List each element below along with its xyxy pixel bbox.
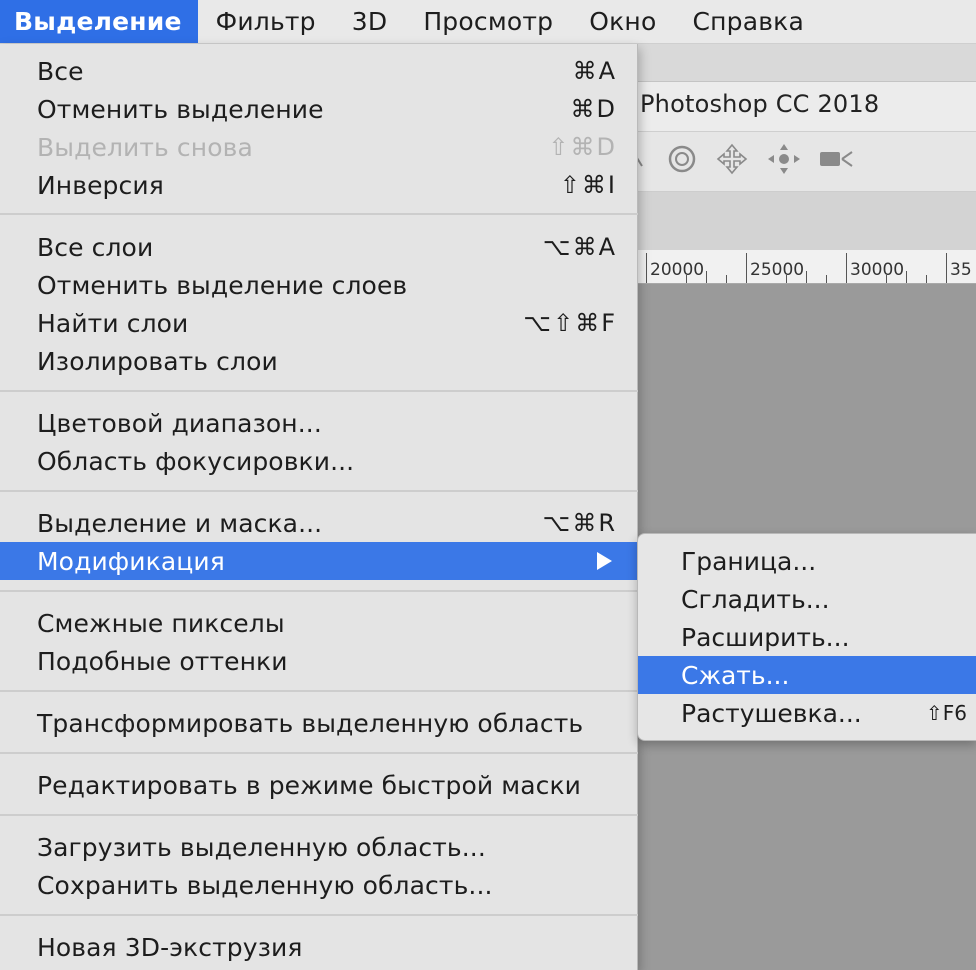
rotate-3d-icon[interactable]	[662, 142, 702, 176]
submenu-item-label: Расширить...	[681, 622, 850, 652]
menu-item-transform-selection[interactable]: Трансформировать выделенную область	[0, 704, 638, 742]
submenu-item-label: Растушевка...	[681, 698, 862, 728]
menu-item-label: Найти слои	[37, 308, 189, 338]
menu-separator	[0, 814, 638, 816]
submenu-item-smooth[interactable]: Сгладить...	[638, 580, 976, 618]
menu-item-shortcut: ⌘A	[572, 57, 617, 85]
menubar-help[interactable]: Справка	[674, 0, 822, 43]
menubar-window[interactable]: Окно	[571, 0, 674, 43]
menu-item-label: Выделение и маска...	[37, 508, 323, 538]
menu-separator	[0, 690, 638, 692]
menu-item-label: Загрузить выделенную область...	[37, 832, 486, 862]
menu-item-quick-mask[interactable]: Редактировать в режиме быстрой маски	[0, 766, 638, 804]
submenu-item-contract[interactable]: Сжать...	[638, 656, 976, 694]
menu-separator	[0, 390, 638, 392]
menu-item-grow[interactable]: Смежные пикселы	[0, 604, 638, 642]
menu-item-label: Отменить выделение слоев	[37, 270, 408, 300]
submenu-item-shortcut: ⇧F6	[926, 701, 967, 725]
menu-item-label: Модификация	[37, 546, 225, 576]
menu-item-color-range[interactable]: Цветовой диапазон...	[0, 404, 638, 442]
menubar-filter[interactable]: Фильтр	[198, 0, 334, 43]
menu-item-load-selection[interactable]: Загрузить выделенную область...	[0, 828, 638, 866]
menu-bar: Выделение Фильтр 3D Просмотр Окно Справк…	[0, 0, 976, 44]
submenu-item-label: Граница...	[681, 546, 817, 576]
menu-separator	[0, 490, 638, 492]
menu-item-inverse[interactable]: Инверсия ⇧⌘I	[0, 166, 638, 204]
menubar-view[interactable]: Просмотр	[405, 0, 571, 43]
submenu-arrow-icon	[597, 552, 612, 570]
window-title: Photoshop CC 2018	[640, 90, 880, 118]
menu-item-label: Изолировать слои	[37, 346, 278, 376]
ruler-label: 35	[950, 260, 972, 280]
menu-item-shortcut: ⌘D	[570, 95, 617, 123]
menubar-select[interactable]: Выделение	[0, 0, 198, 43]
submenu-item-label: Сжать...	[681, 660, 790, 690]
menu-item-all-layers[interactable]: Все слои ⌥⌘A	[0, 228, 638, 266]
menu-item-label: Область фокусировки...	[37, 446, 355, 476]
menu-separator	[0, 752, 638, 754]
slide-3d-icon[interactable]	[764, 142, 804, 176]
menu-item-label: Новая 3D-экструзия	[37, 932, 303, 962]
menu-item-deselect-layers[interactable]: Отменить выделение слоев	[0, 266, 638, 304]
modify-submenu: Граница... Сгладить... Расширить... Сжат…	[637, 533, 976, 741]
menu-separator	[0, 590, 638, 592]
menu-item-label: Все слои	[37, 232, 154, 262]
menu-item-reselect: Выделить снова ⇧⌘D	[0, 128, 638, 166]
menu-item-label: Все	[37, 56, 84, 86]
menu-item-label: Трансформировать выделенную область	[37, 708, 584, 738]
menu-item-select-and-mask[interactable]: Выделение и маска... ⌥⌘R	[0, 504, 638, 542]
menu-item-shortcut: ⌥⇧⌘F	[523, 309, 617, 337]
pan-3d-icon[interactable]	[712, 142, 752, 176]
menu-item-label: Инверсия	[37, 170, 164, 200]
menu-item-label: Выделить снова	[37, 132, 253, 162]
ruler-label: 20000	[650, 260, 705, 280]
menu-item-find-layers[interactable]: Найти слои ⌥⇧⌘F	[0, 304, 638, 342]
submenu-item-feather[interactable]: Растушевка... ⇧F6	[638, 694, 976, 732]
ruler-label: 30000	[850, 260, 905, 280]
menu-item-shortcut: ⌥⌘R	[542, 509, 617, 537]
submenu-item-label: Сгладить...	[681, 584, 830, 614]
menu-item-label: Отменить выделение	[37, 94, 324, 124]
menu-item-new-3d-extrusion[interactable]: Новая 3D-экструзия	[0, 928, 638, 966]
menu-item-similar[interactable]: Подобные оттенки	[0, 642, 638, 680]
submenu-item-border[interactable]: Граница...	[638, 542, 976, 580]
menu-item-label: Подобные оттенки	[37, 646, 288, 676]
submenu-item-expand[interactable]: Расширить...	[638, 618, 976, 656]
menu-separator	[0, 914, 638, 916]
ruler-label: 25000	[750, 260, 805, 280]
menu-item-all[interactable]: Все ⌘A	[0, 52, 638, 90]
menu-item-focus-area[interactable]: Область фокусировки...	[0, 442, 638, 480]
menu-item-deselect[interactable]: Отменить выделение ⌘D	[0, 90, 638, 128]
menu-separator	[0, 213, 638, 215]
tab-strip	[630, 44, 976, 82]
menu-item-label: Цветовой диапазон...	[37, 408, 322, 438]
horizontal-ruler: 20000 25000 30000 35	[630, 250, 976, 284]
menu-item-save-selection[interactable]: Сохранить выделенную область...	[0, 866, 638, 904]
menu-item-shortcut: ⌥⌘A	[542, 233, 617, 261]
menu-item-label: Сохранить выделенную область...	[37, 870, 493, 900]
camera-3d-icon[interactable]	[816, 142, 856, 176]
menu-item-shortcut: ⇧⌘I	[559, 171, 617, 199]
panel-area	[630, 192, 976, 250]
menu-item-shortcut: ⇧⌘D	[548, 133, 617, 161]
menu-item-modify[interactable]: Модификация	[0, 542, 638, 580]
menubar-3d[interactable]: 3D	[334, 0, 406, 43]
menu-item-label: Смежные пикселы	[37, 608, 285, 638]
select-menu: Все ⌘A Отменить выделение ⌘D Выделить сн…	[0, 44, 638, 970]
menu-item-isolate-layers[interactable]: Изолировать слои	[0, 342, 638, 380]
menu-item-label: Редактировать в режиме быстрой маски	[37, 770, 582, 800]
